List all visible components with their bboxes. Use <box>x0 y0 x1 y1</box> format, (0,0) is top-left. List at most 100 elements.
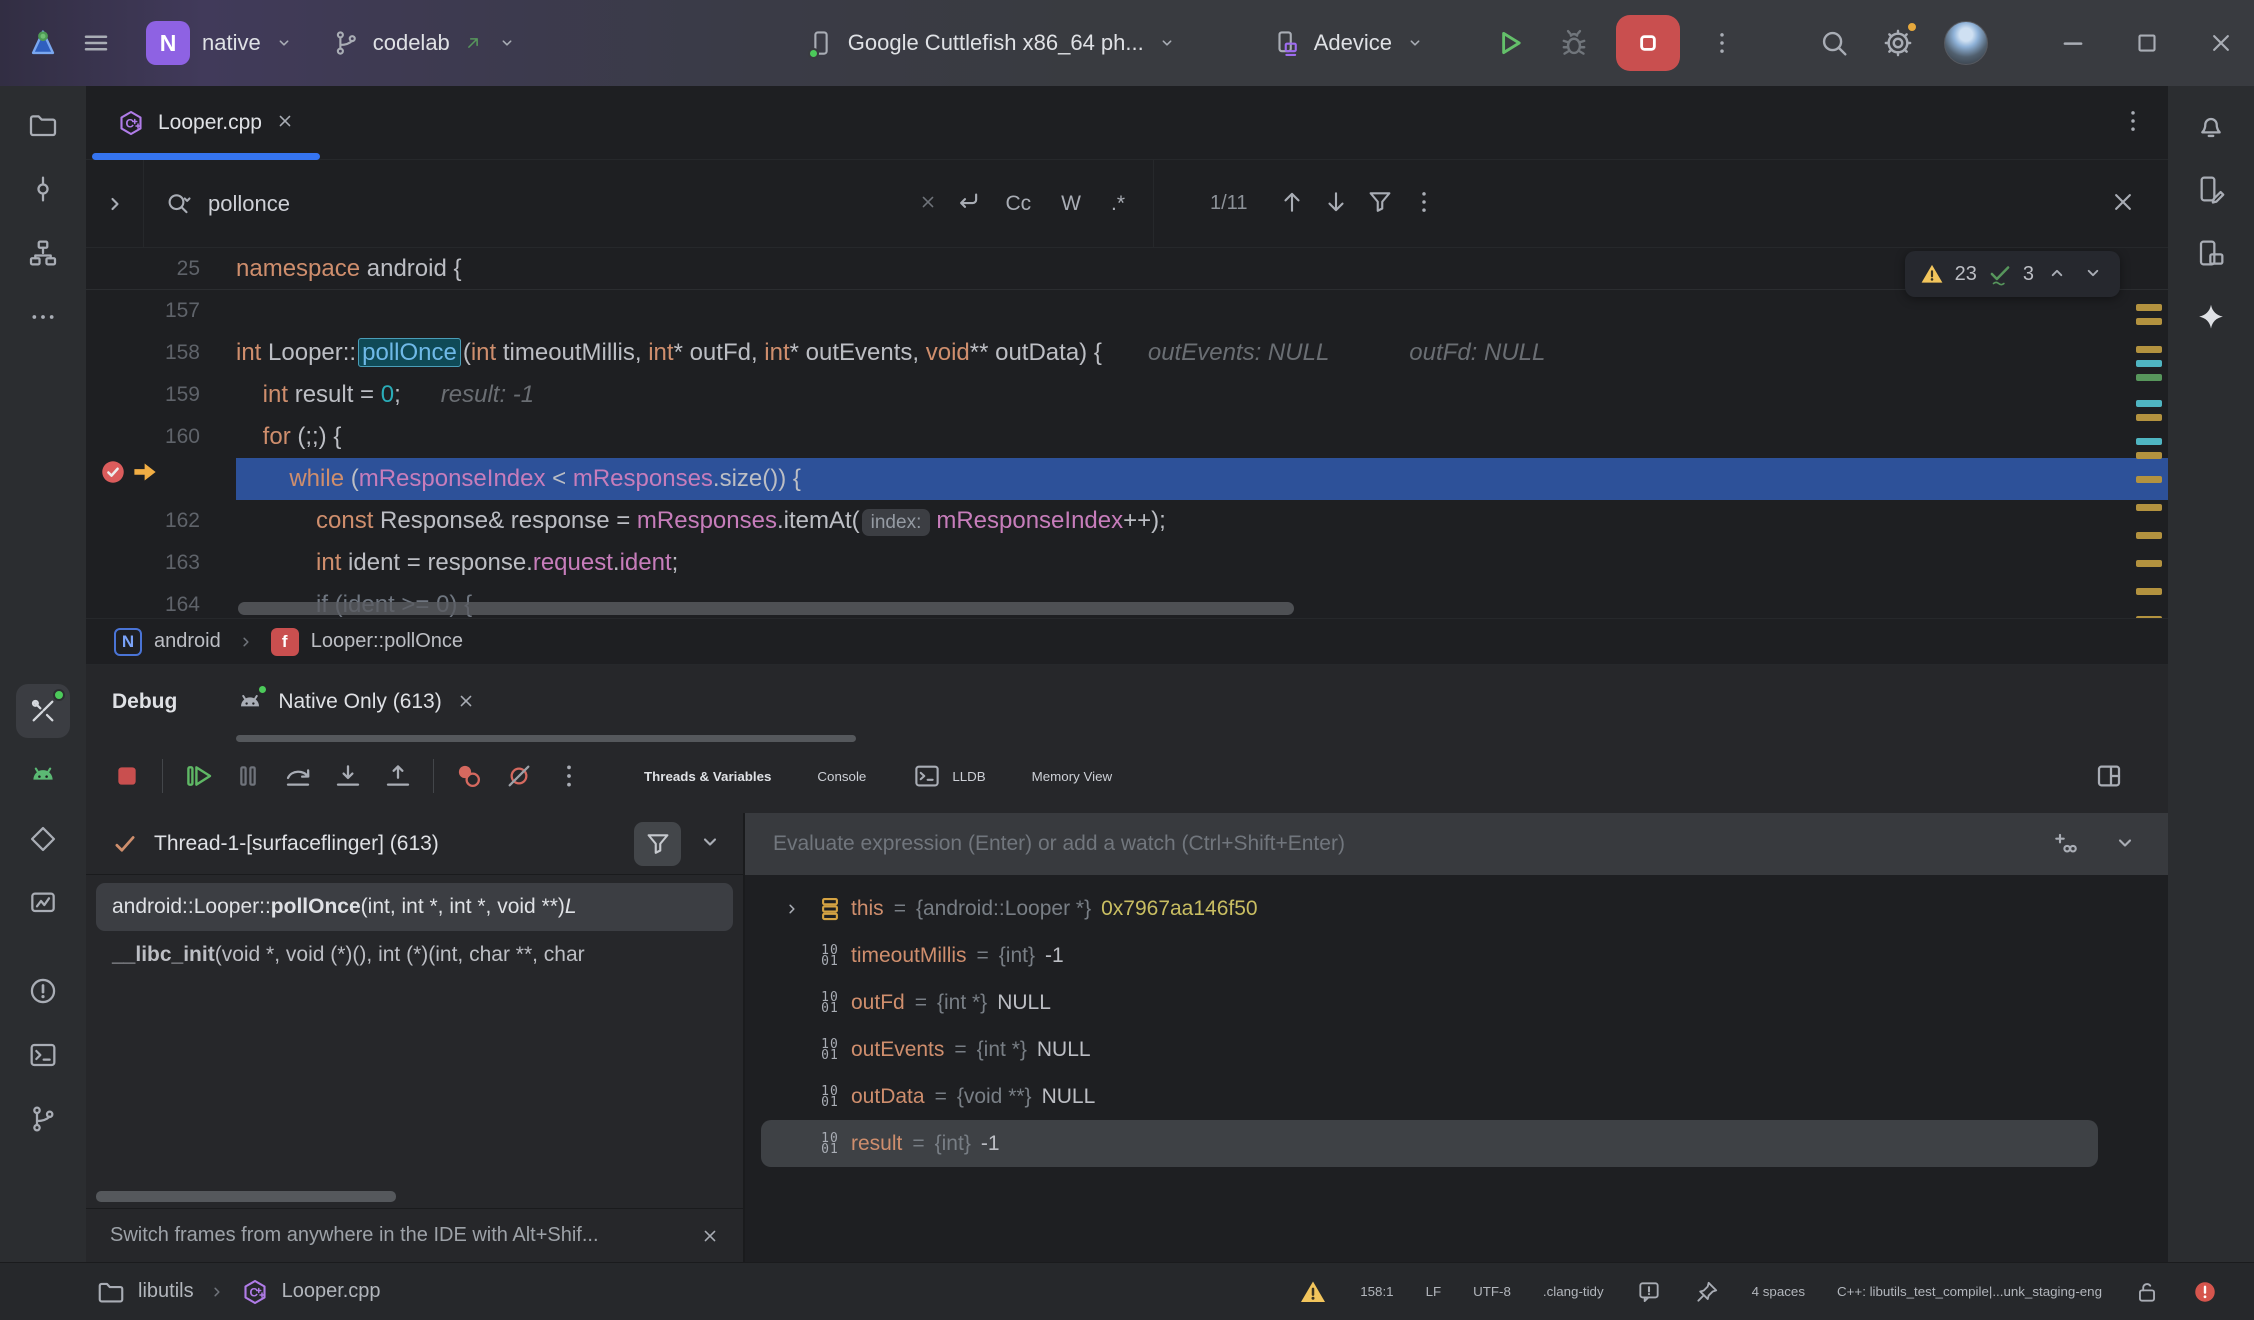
rail-terminal-button[interactable] <box>16 1028 70 1082</box>
debug-tabs-scrollbar[interactable] <box>236 735 856 742</box>
more-actions-button[interactable] <box>1694 15 1750 71</box>
rail-profiler-button[interactable] <box>16 876 70 930</box>
variable-row-timeoutMillis[interactable]: 1001timeoutMillis={int}-1 <box>761 932 2098 979</box>
breakpoint-gutter[interactable] <box>86 458 236 500</box>
line-number[interactable]: 25 <box>86 248 236 289</box>
stripe-mark[interactable] <box>2136 560 2162 567</box>
minimize-button[interactable] <box>2040 14 2106 72</box>
horizontal-scrollbar[interactable] <box>238 602 1294 615</box>
indent-widget[interactable]: 4 spaces <box>1752 1284 1805 1299</box>
todo-widget[interactable] <box>1636 1279 1662 1305</box>
debug-session-tab[interactable]: Native Only (613) <box>235 687 476 717</box>
code-editor[interactable]: 25namespace android {157158int Looper::p… <box>86 248 2168 618</box>
rail-logcat-android-button[interactable] <box>16 748 70 802</box>
line-number[interactable]: 159 <box>86 374 236 416</box>
rail-commit-button[interactable] <box>16 162 70 216</box>
rail-device-manager-button[interactable] <box>2184 162 2238 216</box>
statusbar-breadcrumb[interactable]: libutils C Looper.cpp <box>96 1277 381 1307</box>
line-number[interactable]: 158 <box>86 332 236 374</box>
caret-position-widget[interactable]: 158:1 <box>1360 1284 1393 1299</box>
variable-row-this[interactable]: this={android::Looper *}0x7967aa146f50 <box>761 885 2098 932</box>
thread-selector[interactable]: Thread-1-[surfaceflinger] (613) <box>86 813 743 875</box>
regex-toggle[interactable]: .* <box>1103 186 1133 222</box>
expand-search-button[interactable] <box>86 160 144 247</box>
editor-tab-looper-cpp[interactable]: C Looper.cpp <box>92 86 320 159</box>
next-occurrence-button[interactable] <box>1321 187 1351 220</box>
code-line-158[interactable]: 158int Looper::pollOnce(int timeoutMilli… <box>86 332 2168 374</box>
close-window-button[interactable] <box>2188 14 2254 72</box>
thread-dropdown-button[interactable] <box>695 827 725 860</box>
stripe-mark[interactable] <box>2136 476 2162 483</box>
frame-row[interactable]: android::Looper::pollOnce(int, int *, in… <box>96 883 733 931</box>
pin-widget[interactable] <box>1694 1279 1720 1305</box>
code-line-157[interactable]: 157 <box>86 290 2168 332</box>
user-avatar[interactable] <box>1944 21 1988 65</box>
stripe-mark[interactable] <box>2136 360 2162 367</box>
stripe-mark[interactable] <box>2136 304 2162 311</box>
rail-running-devices-button[interactable] <box>2184 226 2238 280</box>
close-tab-button[interactable] <box>274 110 296 135</box>
search-query[interactable]: pollonce <box>208 191 903 217</box>
error-stripe[interactable] <box>2136 304 2162 618</box>
search-filter-button[interactable] <box>1365 187 1395 220</box>
close-session-button[interactable] <box>455 690 477 715</box>
close-hint-button[interactable] <box>699 1225 721 1247</box>
thread-filter-button[interactable] <box>634 822 681 866</box>
variable-row-outEvents[interactable]: 1001outEvents={int *}NULL <box>761 1026 2098 1073</box>
inspections-widget[interactable]: 23 3 <box>1905 251 2120 297</box>
rail-structure-button[interactable] <box>16 226 70 280</box>
debug-run-button[interactable] <box>1546 15 1602 71</box>
tab-console[interactable]: Console <box>797 759 886 794</box>
line-number[interactable]: 163 <box>86 542 236 584</box>
tab-options-button[interactable] <box>2118 106 2148 139</box>
tab-threads-variables[interactable]: Threads & Variables <box>624 759 791 794</box>
code-line-160[interactable]: 160 for (;;) { <box>86 416 2168 458</box>
code-line-159[interactable]: 159 int result = 0;result: -1 <box>86 374 2168 416</box>
variable-row-outData[interactable]: 1001outData={void **}NULL <box>761 1073 2098 1120</box>
rail-project-folder-button[interactable] <box>16 98 70 152</box>
mute-breakpoints-button[interactable] <box>494 751 544 801</box>
rail-problems-button[interactable] <box>16 964 70 1018</box>
code-line-163[interactable]: 163 int ident = response.request.ident; <box>86 542 2168 584</box>
rail-app-insights-button[interactable] <box>16 812 70 866</box>
layout-settings-button[interactable] <box>2084 751 2134 801</box>
previous-occurrence-button[interactable] <box>1277 187 1307 220</box>
lock-widget[interactable] <box>2134 1279 2160 1305</box>
step-over-button[interactable] <box>273 751 323 801</box>
frames-scrollbar[interactable] <box>96 1191 396 1202</box>
stripe-mark[interactable] <box>2136 504 2162 511</box>
variable-row-outFd[interactable]: 1001outFd={int *}NULL <box>761 979 2098 1026</box>
stripe-mark[interactable] <box>2136 588 2162 595</box>
search-everywhere-button[interactable] <box>1806 15 1862 71</box>
main-menu-button[interactable] <box>68 15 124 71</box>
line-number[interactable]: 162 <box>86 500 236 542</box>
new-line-button[interactable] <box>953 187 983 220</box>
stop-button[interactable] <box>1616 15 1680 71</box>
stop-process-button[interactable] <box>102 751 152 801</box>
stripe-mark[interactable] <box>2136 346 2162 353</box>
step-out-button[interactable] <box>373 751 423 801</box>
run-button[interactable] <box>1482 15 1538 71</box>
breadcrumb-namespace[interactable]: N android <box>114 628 221 656</box>
stripe-mark[interactable] <box>2136 318 2162 325</box>
add-watch-button[interactable] <box>2050 828 2080 861</box>
vcs-branch-button[interactable]: codelab <box>317 14 532 72</box>
close-search-button[interactable] <box>2108 187 2138 220</box>
clear-search-button[interactable] <box>917 191 939 216</box>
code-line-25[interactable]: 25namespace android { <box>86 248 2168 290</box>
tab-lldb[interactable]: LLDB <box>892 751 1005 801</box>
stripe-mark[interactable] <box>2136 438 2162 445</box>
rail-gemini-button[interactable] <box>2184 290 2238 344</box>
next-problem-button[interactable] <box>2080 260 2106 289</box>
stripe-mark[interactable] <box>2136 414 2162 421</box>
resume-button[interactable] <box>173 751 223 801</box>
search-more-button[interactable] <box>1409 187 1439 220</box>
match-case-toggle[interactable]: Cc <box>997 186 1039 222</box>
stripe-mark[interactable] <box>2136 374 2162 381</box>
view-breakpoints-button[interactable] <box>444 751 494 801</box>
evaluate-history-button[interactable] <box>2110 828 2140 861</box>
device-selector[interactable]: Google Cuttlefish x86_64 ph... <box>792 14 1192 72</box>
breakpoint-icon[interactable] <box>98 457 128 502</box>
adevice-selector[interactable]: Adevice <box>1258 14 1440 72</box>
project-selector[interactable]: N native <box>132 14 309 72</box>
